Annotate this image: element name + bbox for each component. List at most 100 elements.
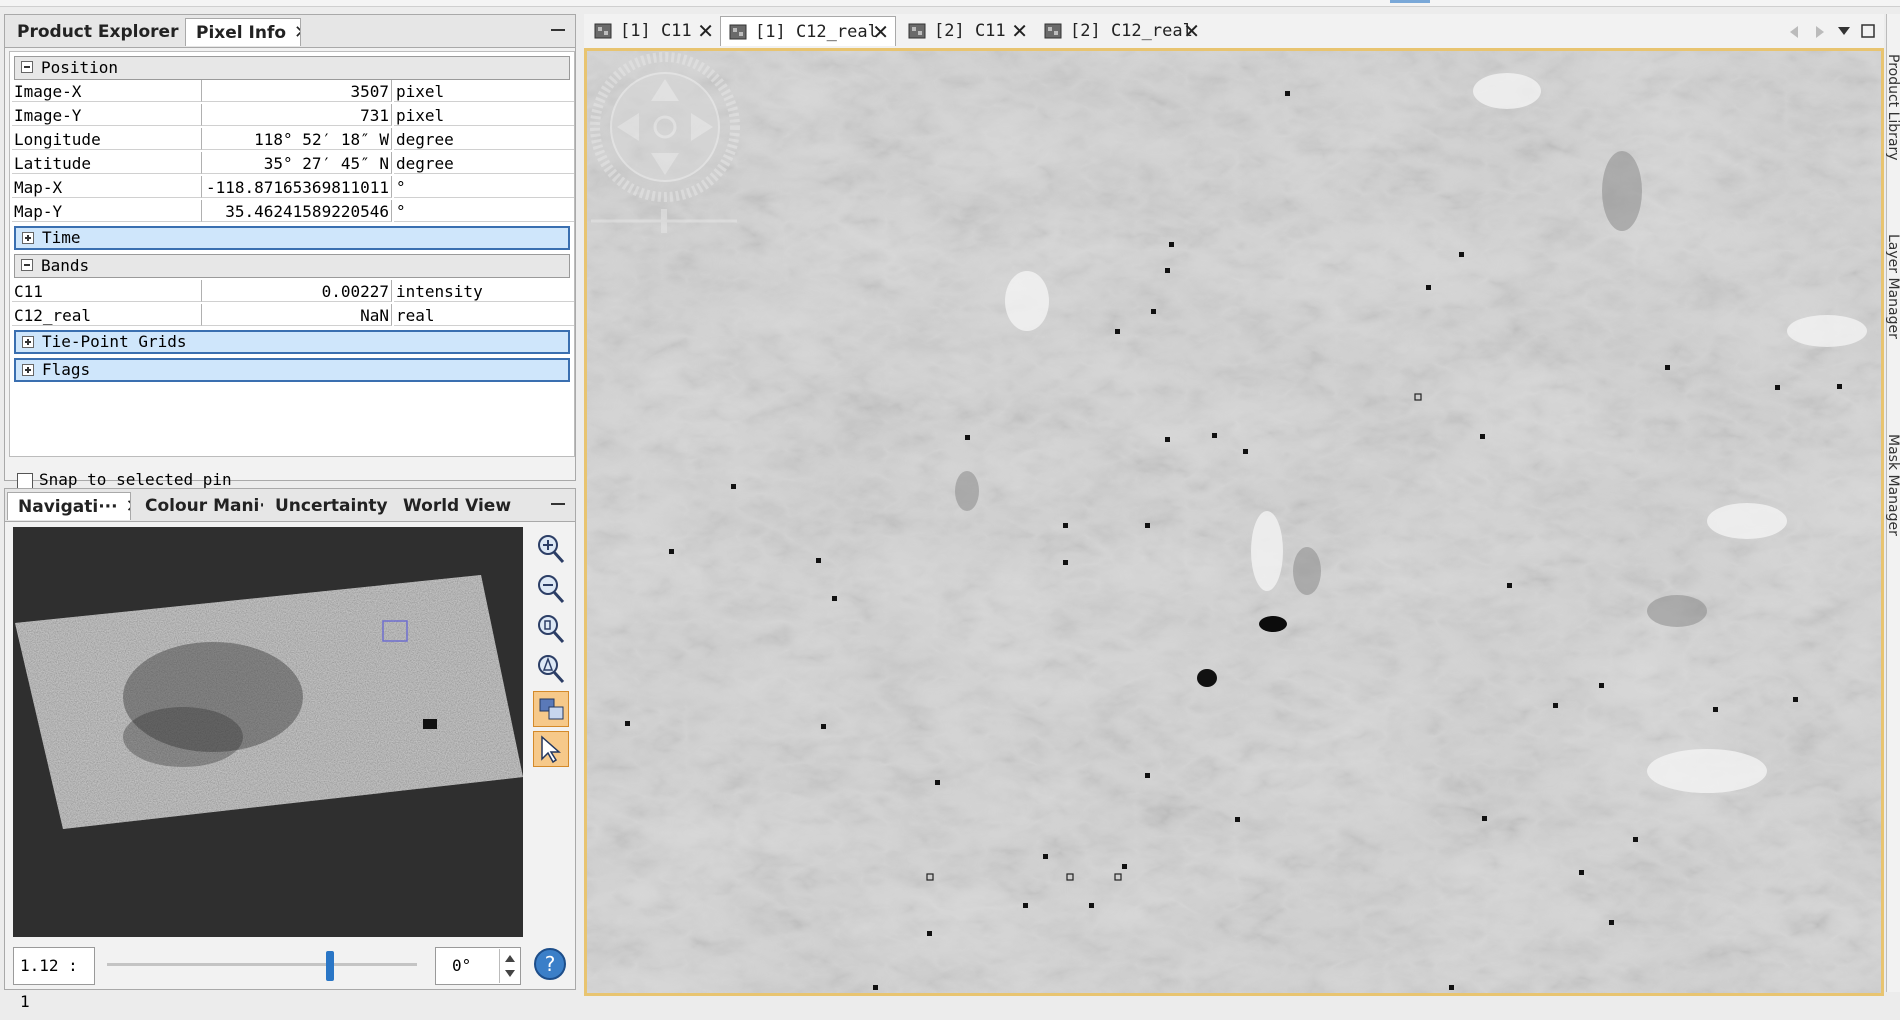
row-unit: ° (394, 176, 574, 198)
collapse-icon[interactable] (21, 259, 33, 271)
row-name: Map-Y (12, 200, 202, 222)
row-name: Image-X (12, 80, 202, 102)
row-value: 35° 27′ 45″ N (202, 152, 392, 174)
zoom-slider-track[interactable] (107, 963, 417, 966)
tab-colour-manipulation[interactable]: Colour Mani··· (135, 492, 263, 520)
navigation-overview[interactable] (13, 527, 523, 937)
zoom-in-icon (538, 535, 565, 564)
side-tab-product-library[interactable]: Product Library (1885, 54, 1900, 161)
close-icon[interactable]: ✕ (1011, 16, 1028, 46)
tab-controls (1790, 24, 1875, 38)
close-icon[interactable]: ✕ (872, 17, 889, 47)
svg-text:?: ? (545, 952, 556, 976)
tab-label: Pixel Info (196, 23, 287, 43)
group-label: Tie-Point Grids (42, 332, 187, 351)
tab-2-c12-real[interactable]: [2] C12_real ✕ (1036, 16, 1206, 46)
table-row: Longitude 118° 52′ 18″ W degree (10, 128, 574, 152)
tab-pixel-info[interactable]: Pixel Info ✕ (185, 18, 301, 46)
pixel-info-table: Position Image-X 3507 pixel Image-Y 731 … (9, 51, 575, 457)
group-label: Position (41, 58, 119, 77)
checkbox-box[interactable] (17, 472, 33, 489)
table-row: Image-X 3507 pixel (10, 80, 574, 104)
row-unit: degree (394, 128, 574, 150)
row-value: -118.87165369811011 (202, 176, 392, 198)
image-canvas[interactable] (584, 48, 1884, 996)
close-icon[interactable]: ✕ (126, 496, 130, 517)
row-unit: real (394, 304, 574, 326)
tab-list-dropdown-icon[interactable] (1838, 27, 1850, 35)
band-image-icon (729, 24, 747, 40)
scroll-left-icon[interactable] (1790, 26, 1798, 38)
scroll-right-icon[interactable] (1816, 26, 1824, 38)
tab-label: [2] C12_real (1070, 21, 1193, 41)
side-tab-mask-manager[interactable]: Mask Manager (1885, 434, 1900, 536)
tab-world-view[interactable]: World View (393, 492, 523, 520)
tab-label: Uncertainty ··· (275, 496, 391, 516)
group-flags[interactable]: Flags (14, 358, 570, 382)
tab-label: [1] C11 (620, 21, 692, 41)
group-label: Time (42, 228, 81, 247)
band-image-icon (1044, 23, 1062, 39)
tab-label: [1] C12_real (755, 22, 878, 42)
side-tab-layer-manager[interactable]: Layer Manager (1885, 234, 1900, 339)
close-icon[interactable]: ✕ (294, 22, 300, 43)
group-label: Bands (41, 256, 90, 275)
progress-blip (1390, 0, 1430, 3)
sync-views-button[interactable] (533, 691, 569, 727)
row-value: NaN (202, 304, 392, 326)
group-time[interactable]: Time (14, 226, 570, 250)
zoom-out-button[interactable] (533, 571, 569, 607)
row-value: 3507 (202, 80, 392, 102)
window-top-strip (0, 0, 1900, 7)
sync-cursor-button[interactable] (533, 731, 569, 767)
help-icon: ? (534, 948, 566, 980)
close-icon[interactable]: ✕ (697, 16, 714, 46)
image-view-area: [1] C11 ✕ [1] C12_real ✕ [2] C11 ✕ [2] C… (584, 14, 1884, 996)
row-unit: degree (394, 152, 574, 174)
close-icon[interactable]: ✕ (1183, 16, 1200, 46)
checkbox-label: Snap to selected pin (39, 470, 232, 489)
overview-image (15, 575, 523, 829)
tab-label: Navigati··· (18, 497, 118, 517)
zoom-in-button[interactable] (533, 531, 569, 567)
group-position[interactable]: Position (14, 56, 570, 80)
tab-label: World View (403, 496, 512, 516)
row-unit: pixel (394, 80, 574, 102)
zoom-slider-thumb[interactable] (326, 951, 335, 981)
expand-icon[interactable] (22, 336, 34, 348)
row-unit: pixel (394, 104, 574, 126)
row-name: Map-X (12, 176, 202, 198)
rotation-spinner[interactable] (499, 949, 520, 983)
pixel-info-tabbar: Product Explorer Pixel Info ✕ (5, 15, 575, 48)
sync-views-icon (539, 698, 564, 720)
band-image-icon (594, 23, 612, 39)
tab-2-c11[interactable]: [2] C11 ✕ (900, 16, 1034, 46)
tab-1-c11[interactable]: [1] C11 ✕ (586, 16, 720, 46)
tab-label: Colour Mani··· (145, 496, 263, 516)
minimize-icon[interactable] (551, 29, 565, 31)
row-value: 731 (202, 104, 392, 126)
table-row: Map-X -118.87165369811011 ° (10, 176, 574, 200)
expand-icon[interactable] (22, 364, 34, 376)
table-row: C11 0.00227 intensity (10, 280, 574, 304)
row-unit: ° (394, 200, 574, 222)
tab-uncertainty[interactable]: Uncertainty ··· (265, 492, 391, 520)
tab-1-c12-real[interactable]: [1] C12_real ✕ (720, 16, 896, 46)
zoom-all-button[interactable] (533, 651, 569, 687)
scale-field[interactable]: 1.12 : 1 (13, 947, 95, 1011)
zoom-pixel-button[interactable] (533, 611, 569, 647)
group-tie-point-grids[interactable]: Tie-Point Grids (14, 330, 570, 354)
minimize-icon[interactable] (551, 503, 565, 505)
tab-navigation[interactable]: Navigati··· ✕ (7, 492, 131, 520)
table-row: Map-Y 35.46241589220546 ° (10, 200, 574, 224)
help-button[interactable]: ? (533, 947, 567, 981)
group-bands[interactable]: Bands (14, 254, 570, 278)
maximize-icon[interactable] (1861, 24, 1875, 38)
tab-product-explorer[interactable]: Product Explorer (7, 18, 183, 46)
expand-icon[interactable] (22, 232, 34, 244)
row-unit: intensity (394, 280, 574, 302)
collapse-icon[interactable] (21, 61, 33, 73)
row-name: Latitude (12, 152, 202, 174)
row-name: Image-Y (12, 104, 202, 126)
sync-cursor-icon (541, 735, 561, 764)
